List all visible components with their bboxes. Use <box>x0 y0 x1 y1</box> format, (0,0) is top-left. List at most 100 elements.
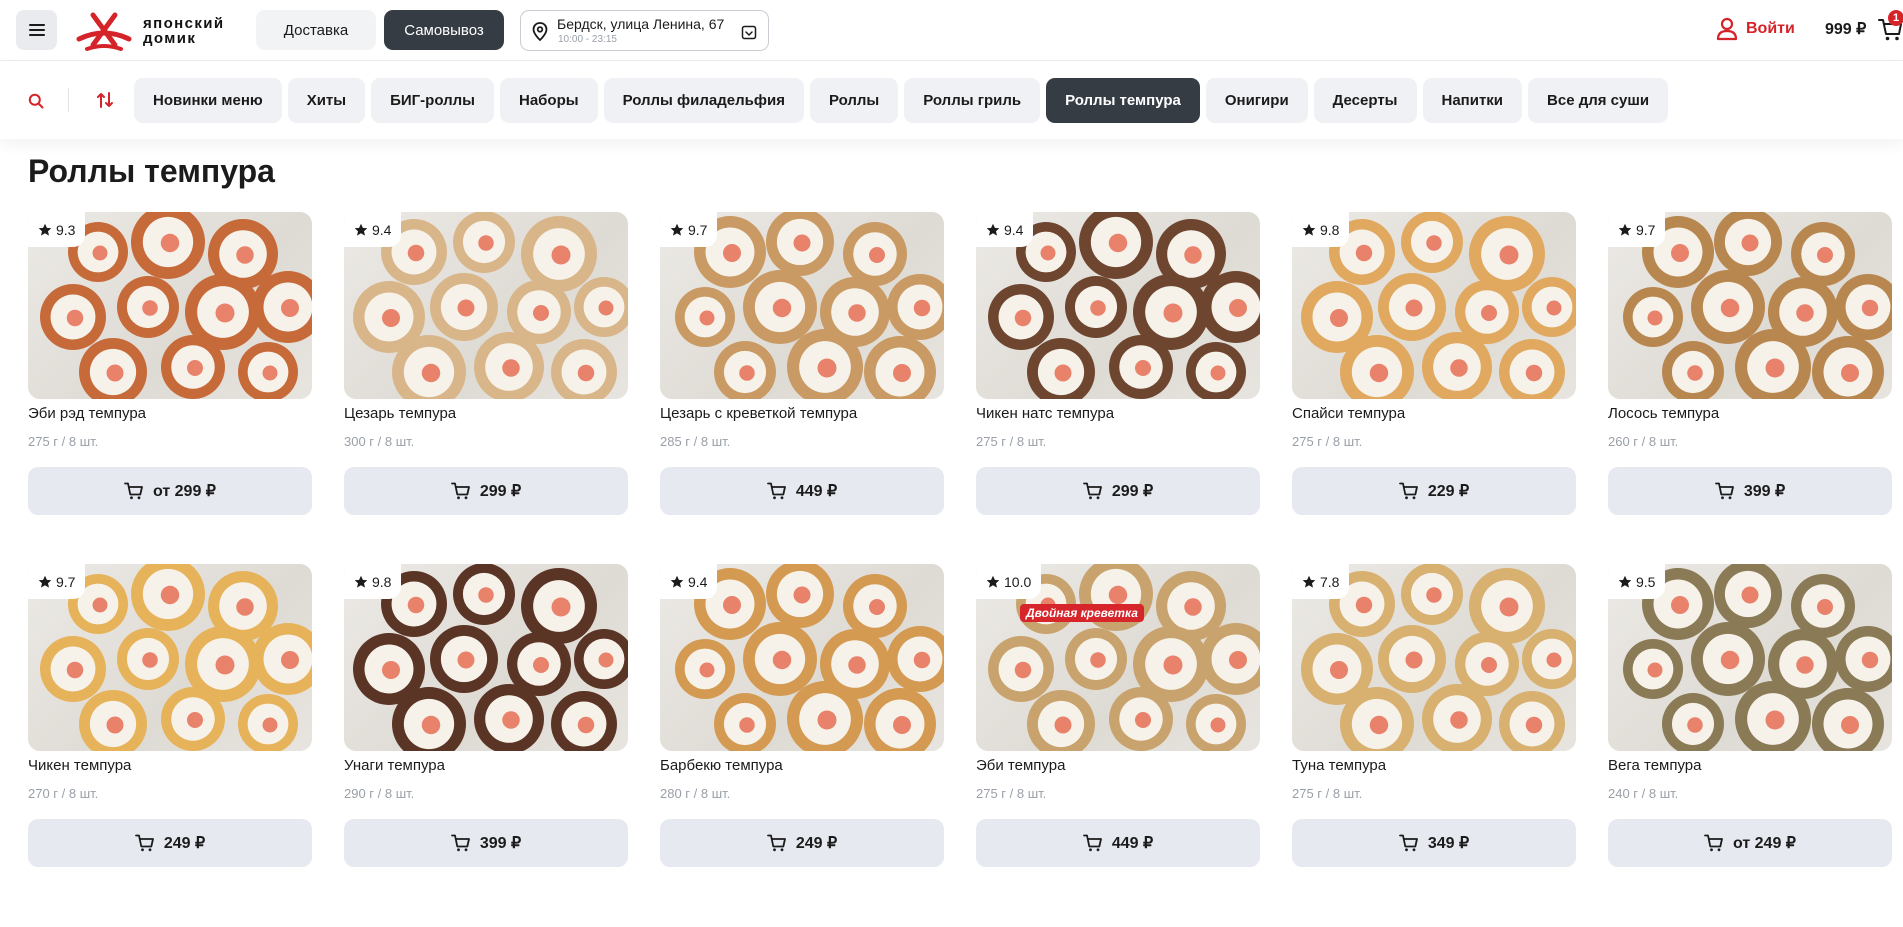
category-chip[interactable]: Наборы <box>499 78 598 123</box>
product-card[interactable]: 9.4 Барбекю темпура 280 г / 8 шт. 249 ₽ <box>660 564 944 867</box>
add-to-cart-button[interactable]: 229 ₽ <box>1292 467 1576 515</box>
product-photo[interactable]: 9.3 <box>28 212 312 399</box>
category-chip[interactable]: Новинки меню <box>134 78 282 123</box>
product-weight: 240 г / 8 шт. <box>1608 786 1679 801</box>
hamburger-icon <box>28 24 45 36</box>
sort-icon[interactable] <box>96 91 114 109</box>
star-icon <box>1618 575 1632 588</box>
menu-button[interactable] <box>16 10 57 50</box>
product-name[interactable]: Барбекю темпура <box>660 757 783 774</box>
category-chip[interactable]: Хиты <box>287 78 366 123</box>
product-photo[interactable]: 9.4 <box>660 564 944 751</box>
add-to-cart-button[interactable]: 299 ₽ <box>976 467 1260 515</box>
category-chip[interactable]: БИГ-роллы <box>371 78 494 123</box>
product-weight: 275 г / 8 шт. <box>1292 786 1363 801</box>
location-pin-icon <box>532 22 548 41</box>
cart-icon <box>1082 834 1102 852</box>
product-card[interactable]: 9.7 Чикен темпура 270 г / 8 шт. 249 ₽ <box>28 564 312 867</box>
product-card[interactable]: 9.8 Унаги темпура 290 г / 8 шт. 399 ₽ <box>344 564 628 867</box>
rating-badge: 9.7 <box>1608 212 1666 247</box>
price-label: 249 ₽ <box>795 835 838 852</box>
product-card[interactable]: 9.7 Цезарь с креветкой темпура 285 г / 8 ш… <box>660 212 944 515</box>
category-chip[interactable]: Роллы филадельфия <box>603 78 804 123</box>
product-photo[interactable]: 9.7 <box>1608 212 1892 399</box>
category-chip[interactable]: Десерты <box>1313 78 1417 123</box>
product-card[interactable]: 9.5 Вега темпура 240 г / 8 шт. от 249 ₽ <box>1608 564 1892 867</box>
cart-icon <box>1704 834 1723 852</box>
search-icon[interactable] <box>28 93 44 109</box>
pickup-toggle[interactable]: Самовывоз <box>384 10 504 50</box>
product-name[interactable]: Туна темпура <box>1292 757 1386 774</box>
product-photo[interactable]: 9.7 <box>28 564 312 751</box>
product-name[interactable]: Вега темпура <box>1608 757 1702 774</box>
rating-value: 9.4 <box>1004 221 1024 238</box>
price-label: 349 ₽ <box>1427 835 1470 852</box>
cart-total[interactable]: 999 ₽ <box>1825 19 1866 39</box>
product-photo[interactable]: 9.4 <box>344 212 628 399</box>
house-logo-icon <box>76 12 132 51</box>
add-to-cart-button[interactable]: 249 ₽ <box>660 819 944 867</box>
product-weight: 285 г / 8 шт. <box>660 434 731 449</box>
add-to-cart-button[interactable]: 299 ₽ <box>344 467 628 515</box>
star-icon <box>1618 223 1632 236</box>
cart-icon <box>1714 482 1734 500</box>
address-text: Бердск, улица Ленина, 67 <box>557 16 725 32</box>
rating-value: 9.4 <box>688 573 708 590</box>
star-icon <box>1302 575 1316 588</box>
product-photo[interactable]: 9.4 <box>976 212 1260 399</box>
price-label: 449 ₽ <box>795 483 838 500</box>
rating-value: 9.8 <box>372 573 392 590</box>
product-name[interactable]: Цезарь темпура <box>344 405 456 422</box>
add-to-cart-button[interactable]: 349 ₽ <box>1292 819 1576 867</box>
login-button[interactable]: Войти <box>1716 17 1795 41</box>
product-name[interactable]: Унаги темпура <box>344 757 445 774</box>
category-chip[interactable]: Роллы гриль <box>904 78 1041 123</box>
add-to-cart-button[interactable]: 449 ₽ <box>660 467 944 515</box>
category-chip[interactable]: Роллы темпура <box>1046 78 1200 123</box>
category-chip[interactable]: Все для суши <box>1528 78 1669 123</box>
product-card[interactable]: 9.7 Лосось темпура 260 г / 8 шт. 399 ₽ <box>1608 212 1892 515</box>
star-icon <box>38 575 52 588</box>
product-card[interactable]: 7.8 Туна темпура 275 г / 8 шт. 349 ₽ <box>1292 564 1576 867</box>
category-chip[interactable]: Роллы <box>809 78 899 123</box>
product-card[interactable]: 9.4 Чикен натс темпура 275 г / 8 шт. 299 ₽ <box>976 212 1260 515</box>
add-to-cart-button[interactable]: 449 ₽ <box>976 819 1260 867</box>
product-name[interactable]: Спайси темпура <box>1292 405 1405 422</box>
product-card[interactable]: 9.4 Цезарь темпура 300 г / 8 шт. 299 ₽ <box>344 212 628 515</box>
product-name[interactable]: Цезарь с креветкой темпура <box>660 405 857 422</box>
add-to-cart-button[interactable]: от 299 ₽ <box>28 467 312 515</box>
product-photo[interactable]: 9.8 <box>1292 212 1576 399</box>
product-photo[interactable]: 7.8 <box>1292 564 1576 751</box>
cart-icon <box>1398 482 1418 500</box>
price-label: 229 ₽ <box>1427 483 1470 500</box>
product-card[interactable]: 9.8 Спайси темпура 275 г / 8 шт. 229 ₽ <box>1292 212 1576 515</box>
product-name[interactable]: Чикен натс темпура <box>976 405 1114 422</box>
category-chips: Новинки меню Хиты БИГ-роллы Наборы Роллы фил… <box>134 78 1669 123</box>
product-card[interactable]: 10.0 Двойная креветка Эби темпура 275 г / 8… <box>976 564 1260 867</box>
product-name[interactable]: Лосось темпура <box>1608 405 1719 422</box>
category-chip[interactable]: Онигири <box>1205 78 1308 123</box>
category-chip[interactable]: Напитки <box>1422 78 1523 123</box>
add-to-cart-button[interactable]: 399 ₽ <box>1608 467 1892 515</box>
product-photo[interactable]: 9.7 <box>660 212 944 399</box>
logo-text-line1: японский <box>143 15 225 32</box>
add-to-cart-button[interactable]: 249 ₽ <box>28 819 312 867</box>
product-photo[interactable]: 9.8 <box>344 564 628 751</box>
rating-value: 7.8 <box>1320 573 1340 590</box>
delivery-toggle[interactable]: Доставка <box>256 10 376 50</box>
product-photo[interactable]: 10.0 Двойная креветка <box>976 564 1260 751</box>
product-photo[interactable]: 9.5 <box>1608 564 1892 751</box>
product-name[interactable]: Эби темпура <box>976 757 1065 774</box>
address-selector[interactable]: Бердск, улица Ленина, 67 10:00 - 23:15 <box>520 10 769 51</box>
product-name[interactable]: Эби рэд темпура <box>28 405 146 422</box>
rating-badge: 10.0 <box>976 564 1042 599</box>
rating-badge: 9.7 <box>660 212 718 247</box>
product-weight: 290 г / 8 шт. <box>344 786 415 801</box>
product-card[interactable]: 9.3 Эби рэд темпура 275 г / 8 шт. от 299 ₽ <box>28 212 312 515</box>
add-to-cart-button[interactable]: 399 ₽ <box>344 819 628 867</box>
brand-logo[interactable]: японский домик <box>75 9 225 53</box>
star-icon <box>38 223 52 236</box>
add-to-cart-button[interactable]: от 249 ₽ <box>1608 819 1892 867</box>
product-name[interactable]: Чикен темпура <box>28 757 131 774</box>
product-weight: 275 г / 8 шт. <box>1292 434 1363 449</box>
